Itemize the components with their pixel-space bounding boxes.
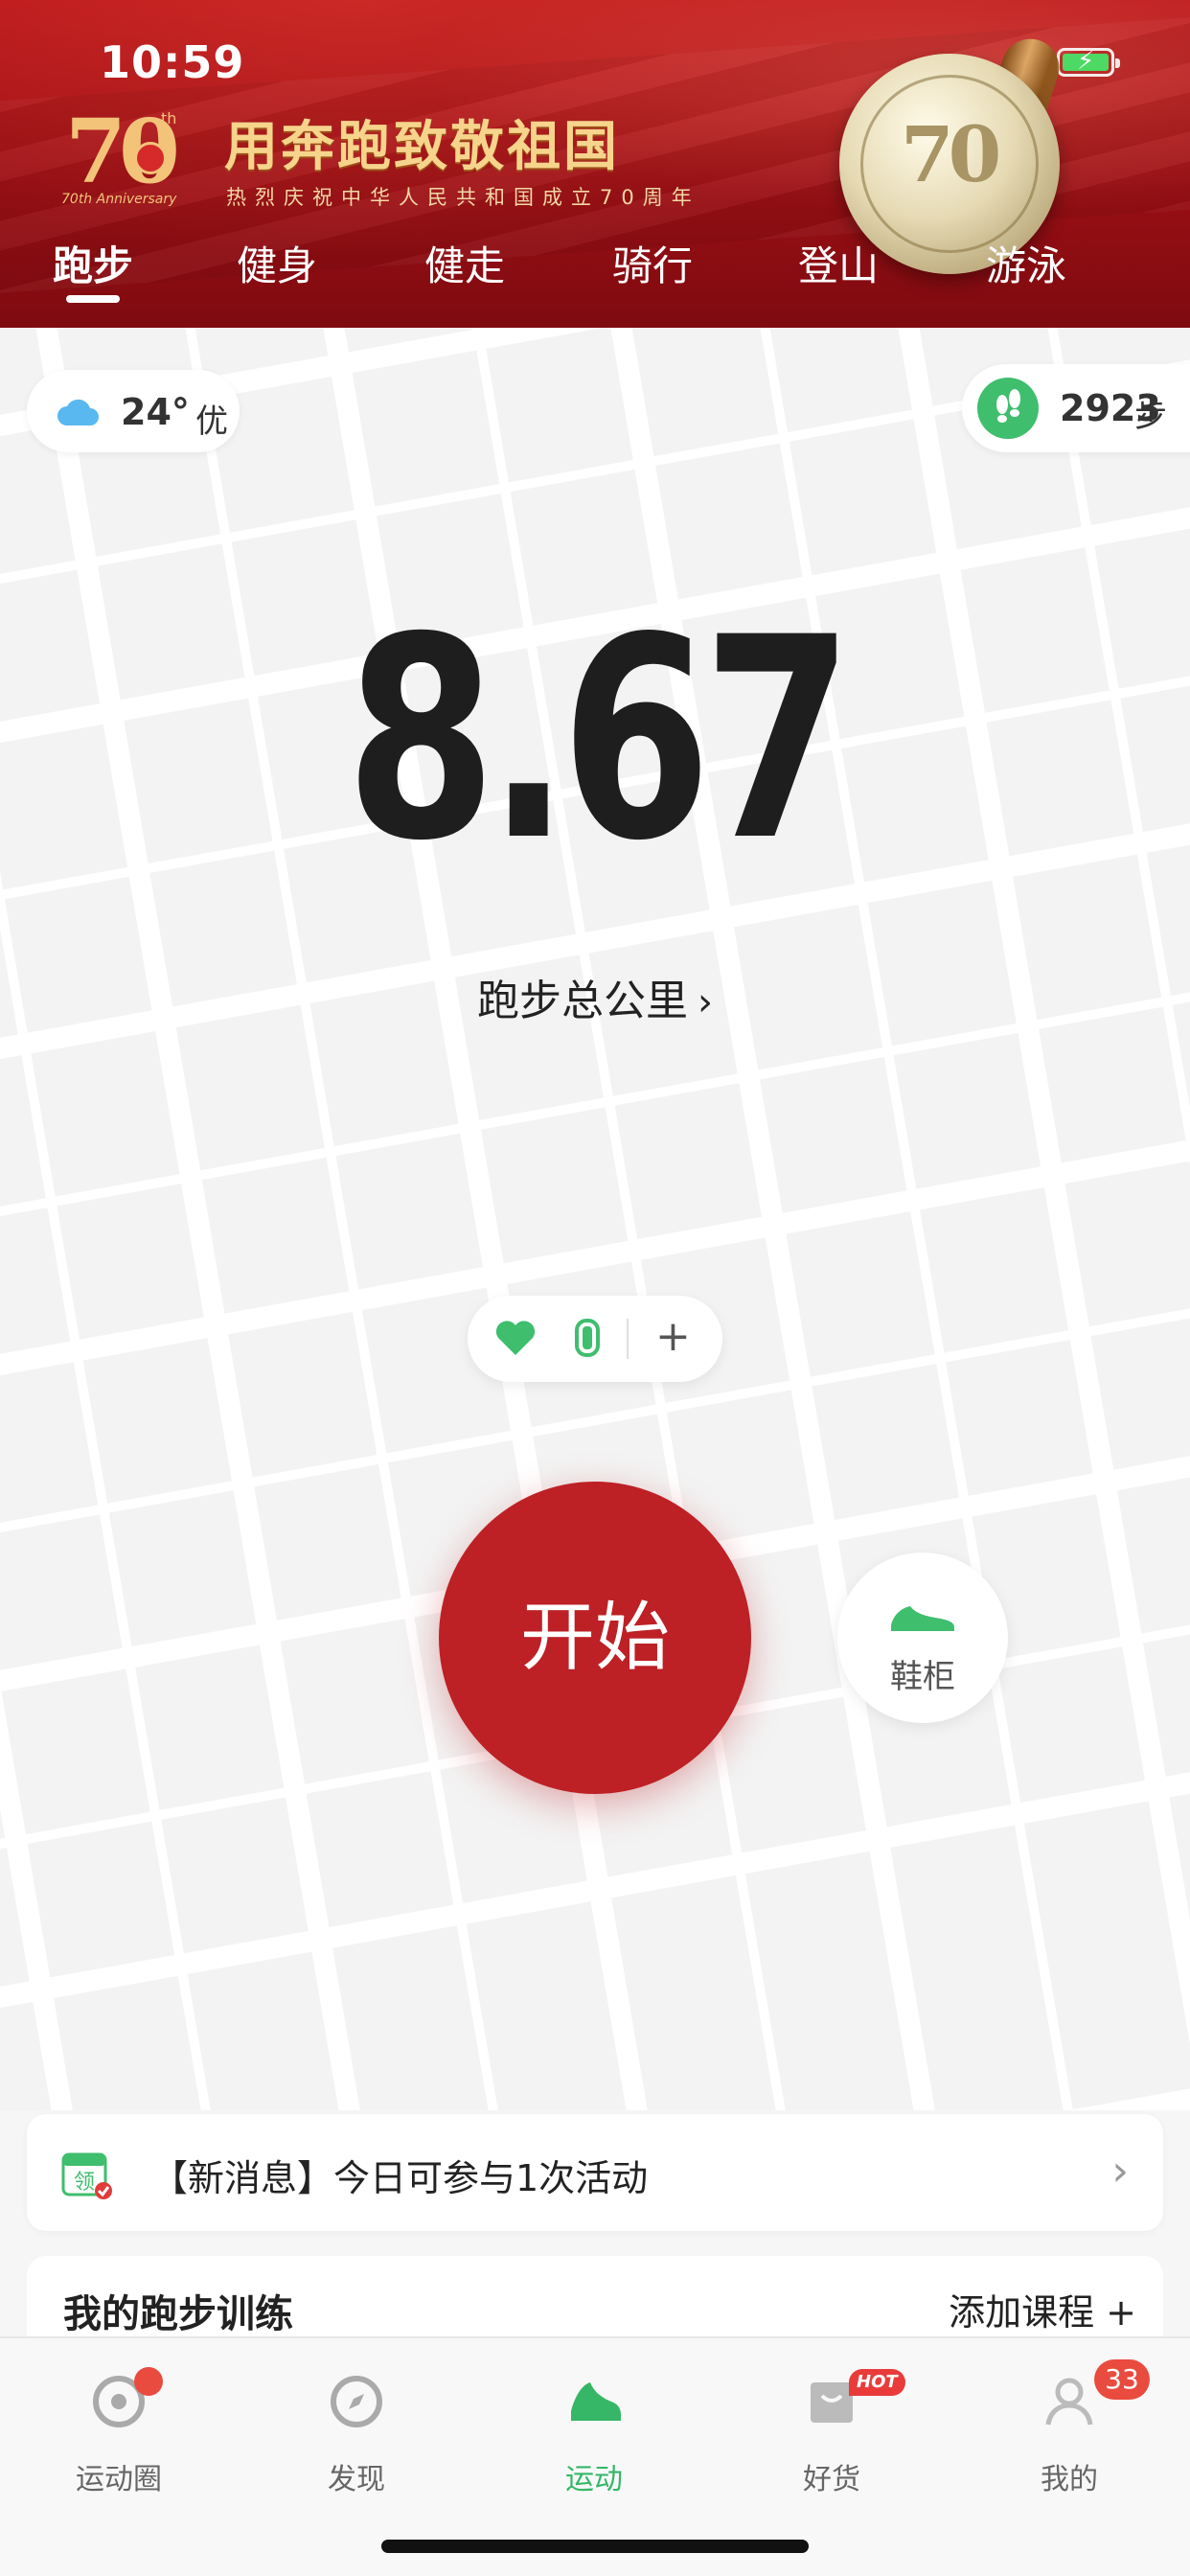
training-title: 我的跑步训练 [63, 2292, 293, 2336]
notification-dot [134, 2367, 163, 2396]
pill-divider [627, 1319, 629, 1359]
watch-icon[interactable] [571, 1315, 604, 1361]
chevron-right-icon: › [1111, 2147, 1129, 2196]
start-run-button[interactable]: 开始 [439, 1482, 751, 1794]
footsteps-icon [977, 378, 1039, 439]
weather-chip[interactable]: 24° 优 [27, 370, 240, 452]
nav-item-community[interactable]: 运动圈 [0, 2356, 238, 2499]
nav-label: 发现 [328, 2463, 385, 2496]
header-banner[interactable]: 10:59 ⚡ 70 th 70th Anniversary 用奔跑致敬祖国 热… [0, 0, 1190, 328]
running-shoe-icon [571, 2382, 621, 2421]
weather-temperature: 24° [121, 391, 190, 433]
total-distance-link[interactable]: 跑步总公里 › [0, 966, 1190, 1027]
person-icon [1045, 2378, 1093, 2426]
nav-label: 运动 [565, 2463, 623, 2496]
nav-item-sports[interactable]: 运动 [475, 2356, 713, 2499]
nav-label: 运动圈 [76, 2463, 162, 2496]
air-quality: 优 [195, 402, 228, 441]
shoe-cabinet-label: 鞋柜 [890, 1658, 955, 1696]
shoe-cabinet-button[interactable]: 鞋柜 [837, 1552, 1008, 1723]
nav-item-discover[interactable]: 发现 [238, 2356, 475, 2499]
total-distance-label: 跑步总公里 [477, 977, 688, 1025]
notification-count: 33 [1094, 2359, 1150, 2400]
banner-title: 用奔跑致敬祖国 [224, 115, 620, 178]
nav-label: 好货 [803, 2463, 860, 2496]
notice-text: 【新消息】今日可参与1次活动 [151, 2157, 649, 2199]
add-device-icon[interactable]: + [655, 1313, 691, 1361]
cloud-icon [57, 399, 99, 426]
activity-notice[interactable]: 领 【新消息】今日可参与1次活动 › [27, 2114, 1163, 2231]
tab-swimming[interactable]: 游泳 [954, 234, 1098, 292]
active-tab-indicator [66, 295, 120, 303]
anniversary-logo: 70 th 70th Anniversary [61, 100, 180, 207]
training-section: 我的跑步训练 添加课程 + [27, 2256, 1163, 2342]
nav-item-profile[interactable]: 33 我的 [950, 2356, 1188, 2499]
tab-cycling[interactable]: 骑行 [581, 234, 724, 292]
device-connect-pill[interactable]: + [468, 1296, 722, 1382]
total-distance-value: 8.67 [345, 579, 854, 902]
status-time: 10:59 [100, 36, 245, 88]
steps-chip[interactable]: 2923 步 [962, 364, 1190, 452]
add-course-button[interactable]: 添加课程 + [949, 2283, 1136, 2335]
shoe-icon [891, 1606, 954, 1631]
compass-icon [331, 2376, 382, 2427]
tab-walking[interactable]: 健走 [393, 234, 537, 292]
nav-label: 我的 [1041, 2463, 1098, 2496]
tab-hiking[interactable]: 登山 [767, 234, 910, 292]
sport-tabs: 跑步 健身 健走 骑行 登山 游泳 [0, 234, 1190, 310]
steps-unit: 步 [1134, 397, 1167, 435]
heart-icon[interactable] [494, 1319, 537, 1357]
tab-running[interactable]: 跑步 [21, 234, 165, 292]
tab-fitness[interactable]: 健身 [205, 234, 349, 292]
nav-item-shop[interactable]: HOT 好货 [713, 2356, 950, 2499]
home-indicator[interactable] [381, 2540, 809, 2553]
chevron-right-icon: › [698, 980, 713, 1024]
calendar-icon: 领 [61, 2152, 112, 2199]
svg-text:领: 领 [74, 2171, 95, 2195]
hot-badge: HOT [849, 2369, 905, 2396]
banner-subtitle: 热烈庆祝中华人民共和国成立70周年 [226, 186, 700, 209]
